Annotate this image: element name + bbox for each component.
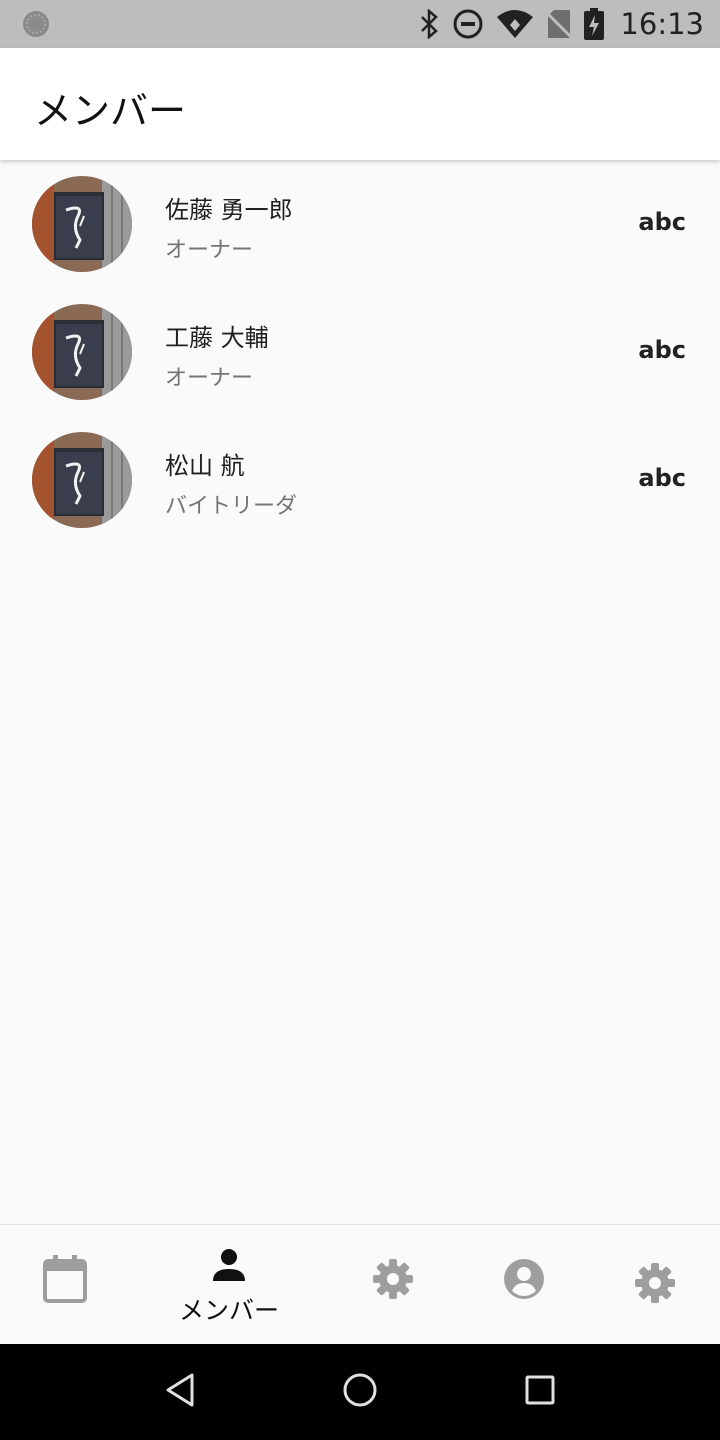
do-not-disturb-icon [453,9,483,39]
status-time: 16:13 [620,7,704,41]
nav-item-calendar[interactable] [0,1225,130,1345]
avatar [32,432,132,528]
wifi-icon [497,10,534,38]
battery-charging-icon [584,8,605,40]
bluetooth-icon [421,9,439,39]
recents-icon[interactable] [524,1374,556,1406]
bottom-navigation: メンバー [0,1224,720,1345]
member-trailing-text: abc [638,208,686,236]
nav-item-settings-2[interactable] [590,1225,720,1345]
sync-icon [23,11,49,37]
nav-label-members: メンバー [178,1296,279,1325]
page-title: メンバー [34,89,187,133]
no-sim-icon [546,10,573,39]
system-navigation-bar [0,1344,720,1440]
member-row[interactable]: 松山 航 バイトリーダ abc [0,416,720,544]
calendar-icon [43,1255,87,1303]
avatar [32,304,132,400]
member-trailing-text: abc [638,464,686,492]
gear-icon [635,1263,675,1303]
member-role: オーナー [165,238,254,263]
member-trailing-text: abc [638,336,686,364]
member-name: 佐藤 勇一郎 [165,196,293,224]
account-circle-icon [504,1259,544,1299]
member-name: 工藤 大輔 [165,324,269,352]
avatar [32,176,132,272]
member-role: バイトリーダ [165,494,298,519]
member-list: 佐藤 勇一郎 オーナー abc 工藤 大輔 オーナー abc 松山 航 バイトリ… [0,160,720,544]
gear-icon [373,1259,413,1299]
home-icon[interactable] [342,1372,378,1408]
member-role: オーナー [165,366,254,391]
member-row[interactable]: 工藤 大輔 オーナー abc [0,288,720,416]
member-name: 松山 航 [165,452,245,480]
nav-item-account[interactable] [459,1225,589,1345]
member-row[interactable]: 佐藤 勇一郎 オーナー abc [0,160,720,288]
nav-item-members[interactable]: メンバー [164,1225,294,1345]
person-icon [213,1249,245,1281]
nav-item-settings[interactable] [328,1225,458,1345]
app-bar: メンバー [0,48,720,160]
status-bar: 16:13 [0,0,720,48]
back-icon[interactable] [164,1372,196,1408]
